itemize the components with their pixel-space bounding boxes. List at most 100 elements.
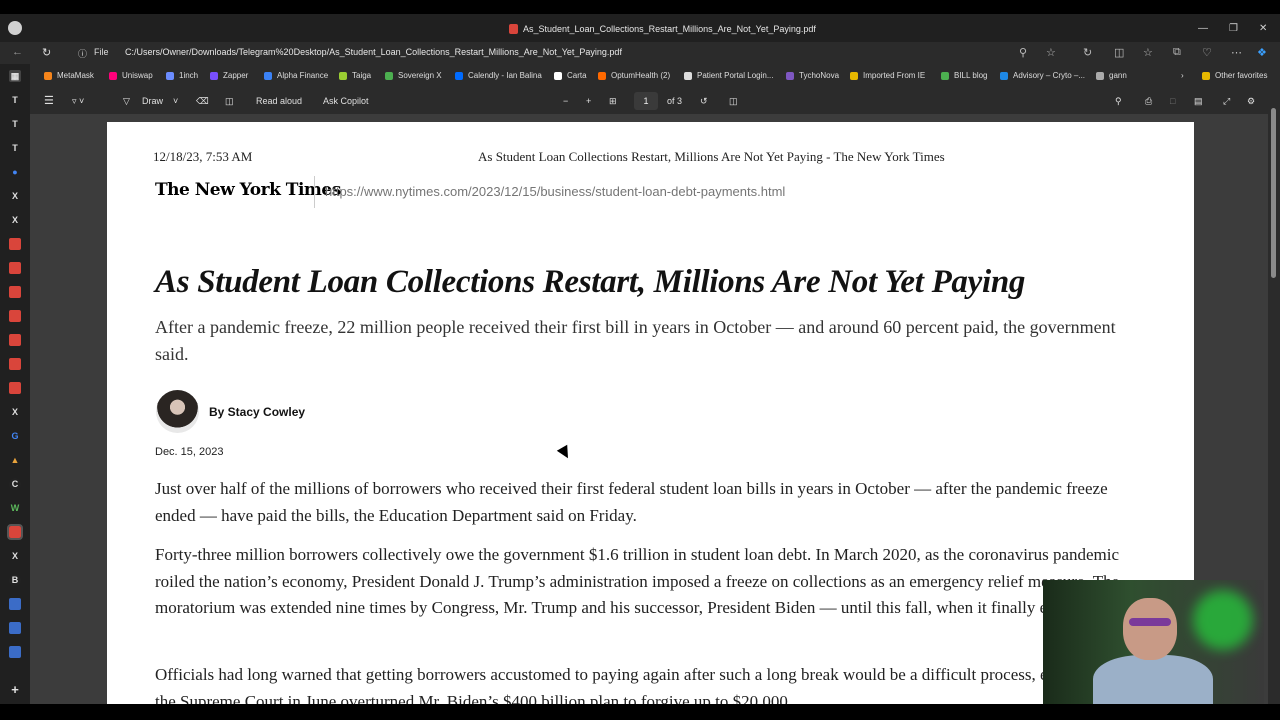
profile-icon[interactable] bbox=[8, 21, 22, 35]
tab-nyt-icon[interactable]: T bbox=[9, 118, 21, 130]
tab-icon[interactable] bbox=[9, 598, 21, 610]
tab-pdf-icon[interactable] bbox=[9, 358, 21, 370]
article-headline: As Student Loan Collections Restart, Mil… bbox=[155, 264, 1026, 300]
split-screen-icon[interactable]: ◫ bbox=[1114, 46, 1124, 59]
ask-copilot-button[interactable]: Ask Copilot bbox=[323, 96, 369, 106]
maximize-icon[interactable]: ❐ bbox=[1229, 23, 1238, 34]
draw-icon[interactable]: ▽ bbox=[123, 96, 130, 107]
tab-google-icon[interactable]: G bbox=[9, 430, 21, 442]
tab-pdf-icon[interactable] bbox=[9, 334, 21, 346]
tab-icon[interactable]: ● bbox=[9, 166, 21, 178]
tab-pdf-icon[interactable] bbox=[9, 382, 21, 394]
favorite-item[interactable]: Uniswap bbox=[109, 71, 153, 80]
tab-pdf-icon-active[interactable] bbox=[7, 524, 23, 540]
draw-button[interactable]: Draw bbox=[142, 96, 163, 106]
tab-nyt-icon[interactable]: T bbox=[9, 94, 21, 106]
favorite-item[interactable]: 1inch bbox=[166, 71, 198, 80]
tab-x-icon[interactable]: X bbox=[9, 214, 21, 226]
read-aloud-button[interactable]: Read aloud bbox=[256, 96, 302, 106]
print-icon[interactable]: ⎙ bbox=[1145, 96, 1152, 107]
refresh-icon[interactable]: ↻ bbox=[42, 46, 51, 59]
favorites-icon[interactable]: ☆ bbox=[1143, 46, 1153, 59]
author-avatar bbox=[156, 390, 199, 433]
contents-icon[interactable]: ☰ bbox=[44, 94, 54, 107]
search-icon[interactable]: ⚲ bbox=[1115, 96, 1122, 107]
tab-pdf-icon[interactable] bbox=[9, 286, 21, 298]
tab-icon[interactable]: ▲ bbox=[9, 454, 21, 466]
save-icon[interactable]: □ bbox=[1170, 96, 1175, 106]
tab-pdf-icon[interactable] bbox=[9, 262, 21, 274]
advisory-icon bbox=[1000, 71, 1008, 80]
tab-nyt-icon[interactable]: T bbox=[9, 142, 21, 154]
favorite-item[interactable]: Calendly - Ian Balina bbox=[455, 71, 542, 80]
article-link[interactable]: https://www.nytimes.com/2023/12/15/busin… bbox=[325, 184, 785, 199]
other-favorites[interactable]: Other favorites bbox=[1202, 71, 1267, 80]
tab-icon[interactable] bbox=[9, 646, 21, 658]
page-view-icon[interactable]: ◫ bbox=[729, 96, 738, 107]
chevron-right-icon[interactable]: › bbox=[1181, 71, 1184, 80]
tab-icon[interactable]: C bbox=[9, 478, 21, 490]
save-as-icon[interactable]: ▤ bbox=[1194, 96, 1203, 107]
url-field[interactable]: C:/Users/Owner/Downloads/Telegram%20Desk… bbox=[125, 47, 622, 57]
eraser-icon[interactable]: ⌫ bbox=[196, 96, 209, 107]
nyt-logo: The New York Times bbox=[155, 180, 341, 200]
page-total: of 3 bbox=[667, 96, 683, 106]
collections-icon[interactable]: ⧉ bbox=[1173, 46, 1181, 59]
pdf-file-icon bbox=[509, 24, 518, 34]
minimize-icon[interactable]: — bbox=[1198, 23, 1208, 34]
tab-icon[interactable] bbox=[9, 622, 21, 634]
favorite-item[interactable]: MetaMask bbox=[44, 71, 94, 80]
favorite-item[interactable]: BILL blog bbox=[941, 71, 988, 80]
close-icon[interactable]: ✕ bbox=[1259, 23, 1267, 34]
article-paragraph: Officials had long warned that getting b… bbox=[155, 665, 1144, 704]
chevron-down-icon[interactable]: ˅ bbox=[173, 96, 178, 106]
tab-x-icon[interactable]: X bbox=[9, 550, 21, 562]
extensions-icon[interactable]: ↻ bbox=[1083, 46, 1092, 59]
favorite-item[interactable]: Carta bbox=[554, 71, 587, 80]
tab-x-icon[interactable]: X bbox=[9, 406, 21, 418]
fullscreen-icon[interactable]: ⤢ bbox=[1223, 96, 1230, 107]
more-icon[interactable]: ⋯ bbox=[1231, 46, 1242, 59]
highlight-icon[interactable]: ▿ ˅ bbox=[72, 96, 84, 107]
back-icon[interactable]: ← bbox=[12, 46, 23, 58]
favorite-item[interactable]: OptumHealth (2) bbox=[598, 71, 670, 80]
new-tab-icon[interactable]: + bbox=[9, 683, 21, 696]
copilot-icon[interactable]: ❖ bbox=[1257, 46, 1267, 59]
rotate-icon[interactable]: ↺ bbox=[700, 96, 708, 107]
tab-icon[interactable]: W bbox=[9, 502, 21, 514]
health-icon[interactable]: ♡ bbox=[1202, 46, 1212, 59]
favorite-item[interactable]: gann bbox=[1096, 71, 1127, 80]
zoom-icon[interactable]: ⚲ bbox=[1019, 46, 1027, 59]
scrollbar-thumb[interactable] bbox=[1271, 108, 1276, 278]
favorite-item[interactable]: Imported From IE bbox=[850, 71, 925, 80]
tab-x-icon[interactable]: X bbox=[9, 190, 21, 202]
page-number-input[interactable]: 1 bbox=[634, 92, 658, 110]
vertical-tabs-sidebar: ▦ T T T ● X X X G ▲ C W X B + bbox=[0, 64, 30, 704]
green-light bbox=[1193, 590, 1253, 650]
tab-pdf-icon[interactable] bbox=[9, 310, 21, 322]
zoom-in-icon[interactable]: + bbox=[586, 96, 591, 106]
tab-pdf-icon[interactable] bbox=[9, 238, 21, 250]
favorite-item[interactable]: Patient Portal Login... bbox=[684, 71, 774, 80]
favorite-item[interactable]: Taiga bbox=[339, 71, 371, 80]
optumhealth-icon bbox=[598, 71, 606, 80]
scrollbar[interactable] bbox=[1268, 88, 1280, 704]
taiga-icon bbox=[339, 71, 347, 80]
text-icon[interactable]: ◫ bbox=[225, 96, 234, 107]
settings-gear-icon[interactable]: ⚙ bbox=[1247, 96, 1255, 107]
favorite-item[interactable]: Advisory – Cryto –... bbox=[1000, 71, 1085, 80]
zoom-out-icon[interactable]: − bbox=[563, 96, 568, 106]
bill-blog-icon bbox=[941, 71, 949, 80]
info-icon[interactable]: ⓘ bbox=[78, 47, 87, 60]
tab-icon[interactable]: B bbox=[9, 574, 21, 586]
fit-page-icon[interactable]: ⊞ bbox=[609, 96, 617, 107]
tab-icon[interactable]: ▦ bbox=[9, 70, 21, 82]
favorite-item[interactable]: TychoNova bbox=[786, 71, 839, 80]
print-date: 12/18/23, 7:53 AM bbox=[153, 149, 253, 164]
article-summary: After a pandemic freeze, 22 million peop… bbox=[155, 317, 1116, 364]
favorite-item[interactable]: Alpha Finance bbox=[264, 71, 328, 80]
favorite-star-icon[interactable]: ☆ bbox=[1046, 46, 1056, 59]
favorite-item[interactable]: Sovereign X bbox=[385, 71, 442, 80]
favorite-item[interactable]: Zapper bbox=[210, 71, 248, 80]
gann-icon bbox=[1096, 71, 1104, 80]
